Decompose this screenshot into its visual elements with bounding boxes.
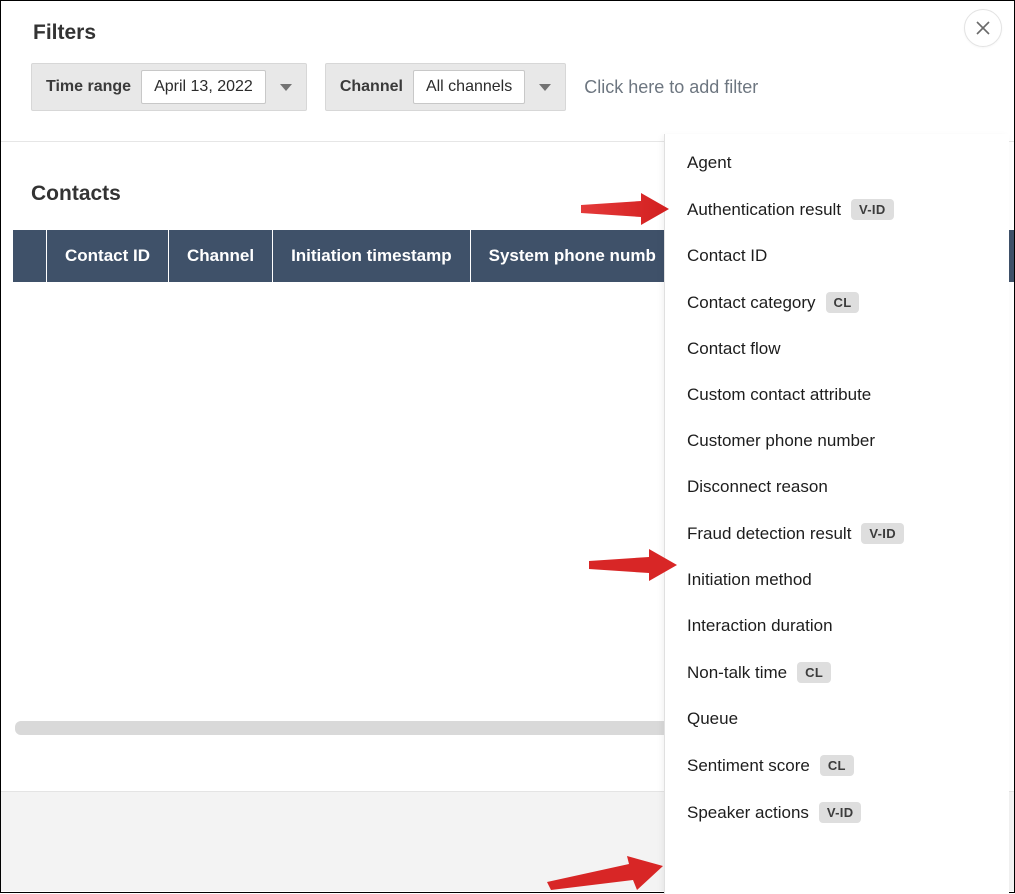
filter-option[interactable]: Custom contact attribute xyxy=(665,372,1009,418)
filter-option[interactable]: Agent xyxy=(665,140,1009,186)
filter-option-label: Fraud detection result xyxy=(687,524,851,544)
caret-down-icon xyxy=(280,84,292,91)
filter-option-label: Contact flow xyxy=(687,339,781,359)
add-filter-wrapper xyxy=(584,65,864,109)
filter-option-label: Disconnect reason xyxy=(687,477,828,497)
filter-option-label: Non-talk time xyxy=(687,663,787,683)
filter-option-badge: CL xyxy=(797,662,831,683)
filter-option-label: Speaker actions xyxy=(687,803,809,823)
column-channel[interactable]: Channel xyxy=(169,230,273,282)
filter-dropdown: Agent Authentication result V-ID Contact ID… xyxy=(664,134,1009,894)
filter-option-badge: V-ID xyxy=(851,199,893,220)
time-range-label: Time range xyxy=(46,78,131,96)
filter-option-label: Authentication result xyxy=(687,200,841,220)
caret-down-icon xyxy=(539,84,551,91)
filter-option[interactable]: Interaction duration xyxy=(665,603,1009,649)
filter-option[interactable]: Fraud detection result V-ID xyxy=(665,510,1009,557)
channel-value[interactable]: All channels xyxy=(413,70,525,104)
filter-option[interactable]: Initiation method xyxy=(665,557,1009,603)
column-initiation-timestamp[interactable]: Initiation timestamp xyxy=(273,230,471,282)
add-filter-input[interactable] xyxy=(584,65,864,109)
filter-option-badge: V-ID xyxy=(819,802,861,823)
filter-option-label: Interaction duration xyxy=(687,616,833,636)
column-contact-id[interactable]: Contact ID xyxy=(47,230,169,282)
filter-option-label: Queue xyxy=(687,709,738,729)
filter-option-label: Custom contact attribute xyxy=(687,385,871,405)
filter-option[interactable]: Non-talk time CL xyxy=(665,649,1009,696)
checkbox-column xyxy=(13,230,47,282)
filter-option[interactable]: Queue xyxy=(665,696,1009,742)
filter-option[interactable]: Contact flow xyxy=(665,326,1009,372)
filter-option[interactable]: Sentiment score CL xyxy=(665,742,1009,789)
filter-option-badge: V-ID xyxy=(861,523,903,544)
time-range-value[interactable]: April 13, 2022 xyxy=(141,70,266,104)
close-icon xyxy=(976,21,990,35)
close-button[interactable] xyxy=(964,9,1002,47)
filters-heading: Filters xyxy=(1,1,1014,63)
filter-option-badge: CL xyxy=(820,755,854,776)
channel-filter[interactable]: Channel All channels xyxy=(325,63,566,111)
channel-label: Channel xyxy=(340,78,403,96)
filters-panel: Filters Time range April 13, 2022 Channe… xyxy=(1,1,1014,892)
filter-option-label: Contact category xyxy=(687,293,816,313)
filter-option-label: Contact ID xyxy=(687,246,767,266)
filter-option-label: Customer phone number xyxy=(687,431,875,451)
filter-option[interactable]: Authentication result V-ID xyxy=(665,186,1009,233)
filter-option-label: Agent xyxy=(687,153,731,173)
filter-option[interactable]: Disconnect reason xyxy=(665,464,1009,510)
filter-option-label: Initiation method xyxy=(687,570,812,590)
filter-option[interactable]: Contact ID xyxy=(665,233,1009,279)
filter-option[interactable]: Contact category CL xyxy=(665,279,1009,326)
time-range-filter[interactable]: Time range April 13, 2022 xyxy=(31,63,307,111)
filter-option-label: Sentiment score xyxy=(687,756,810,776)
filter-bar: Time range April 13, 2022 Channel All ch… xyxy=(1,63,1014,142)
filter-option[interactable]: Customer phone number xyxy=(665,418,1009,464)
filter-option-badge: CL xyxy=(826,292,860,313)
filter-option[interactable]: Speaker actions V-ID xyxy=(665,789,1009,836)
